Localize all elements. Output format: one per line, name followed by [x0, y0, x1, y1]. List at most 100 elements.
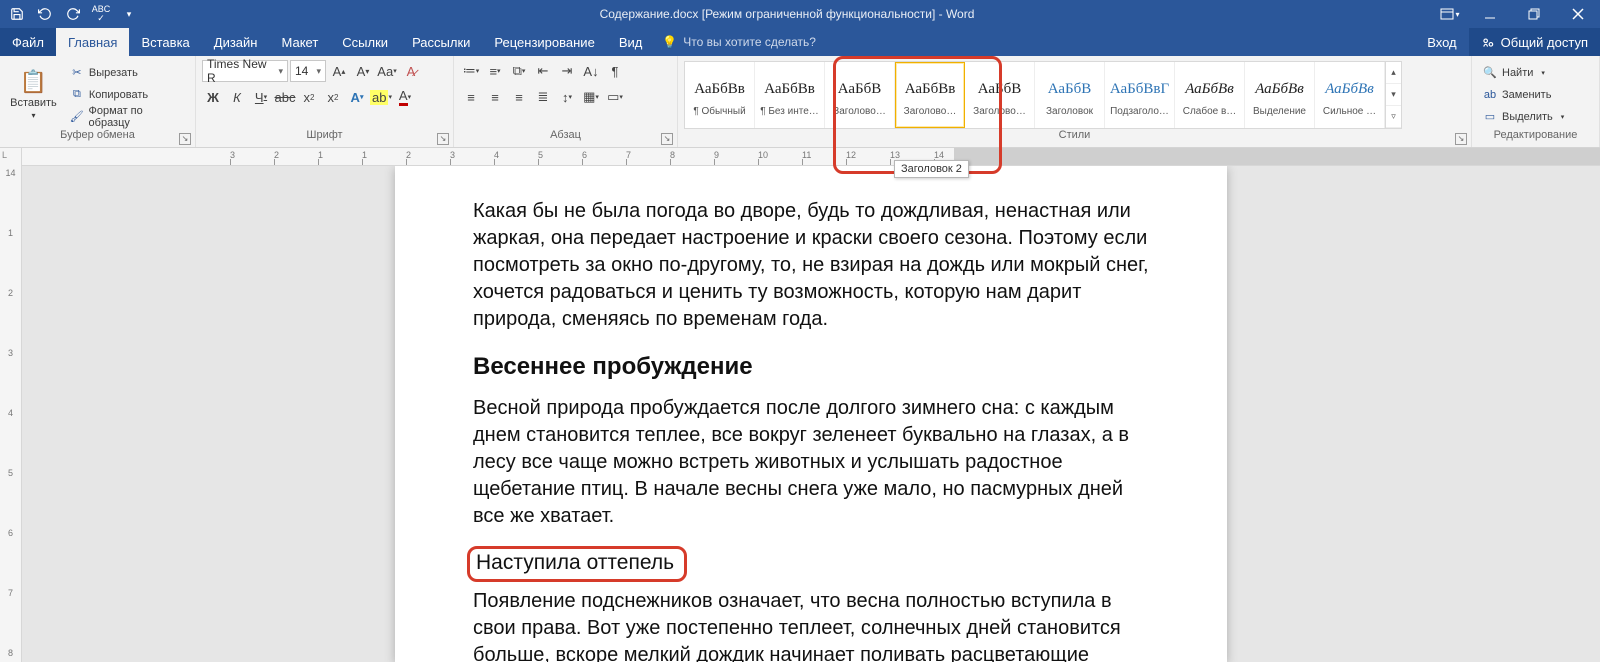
replace-icon: ab	[1482, 89, 1498, 101]
qat-more-icon[interactable]: ▾	[116, 2, 142, 26]
body-paragraph[interactable]: Весной природа пробуждается после долгог…	[473, 395, 1149, 530]
bold-button[interactable]: Ж	[202, 86, 224, 108]
select-button[interactable]: ▭Выделить▾	[1478, 107, 1568, 127]
grow-font-button[interactable]: A▴	[328, 60, 350, 82]
align-left-button[interactable]: ≡	[460, 86, 482, 108]
chevron-down-icon[interactable]: ▾	[1386, 84, 1401, 106]
style-item[interactable]: АаБбВв¶ Без инте…	[755, 62, 825, 128]
tab-review[interactable]: Рецензирование	[482, 28, 606, 56]
style-sample: АаБбВв	[1255, 72, 1304, 106]
tell-me-search[interactable]: 💡 Что вы хотите сделать?	[662, 28, 816, 56]
maximize-button[interactable]	[1512, 0, 1556, 28]
style-item[interactable]: АаБбВв¶ Обычный	[685, 62, 755, 128]
shrink-font-button[interactable]: A▾	[352, 60, 374, 82]
tab-file[interactable]: Файл	[0, 28, 56, 56]
vertical-ruler: L 1412345678	[0, 148, 22, 662]
underline-button[interactable]: Ч▾	[250, 86, 272, 108]
dialog-launcher-icon[interactable]: ↘	[1455, 133, 1467, 145]
italic-button[interactable]: К	[226, 86, 248, 108]
align-right-button[interactable]: ≡	[508, 86, 530, 108]
signin-link[interactable]: Вход	[1415, 28, 1468, 56]
styles-gallery[interactable]: АаБбВв¶ ОбычныйАаБбВв¶ Без инте…АаБбВЗаг…	[684, 61, 1402, 129]
style-sample: АаБбВ	[978, 72, 1022, 106]
tab-view[interactable]: Вид	[607, 28, 655, 56]
font-name-combo[interactable]: Times New R	[202, 60, 288, 82]
heading-2[interactable]: Наступила оттепель	[476, 551, 674, 575]
shading-button[interactable]: ▦▾	[580, 86, 602, 108]
group-clipboard: 📋 Вставить ▾ ✂Вырезать ⧉Копировать 🖌Форм…	[0, 56, 196, 147]
style-name: Заголовок	[1037, 106, 1102, 117]
clear-formatting-button[interactable]: A̷	[400, 60, 422, 82]
sort-button[interactable]: A↓	[580, 60, 602, 82]
search-icon: 🔍	[1482, 66, 1498, 79]
style-item[interactable]: АаБбВЗаголово…	[825, 62, 895, 128]
copy-button[interactable]: ⧉Копировать	[65, 85, 189, 105]
tab-insert[interactable]: Вставка	[129, 28, 201, 56]
undo-icon[interactable]	[32, 2, 58, 26]
style-item[interactable]: АаБбВЗаголовок	[1035, 62, 1105, 128]
tab-mailings[interactable]: Рассылки	[400, 28, 482, 56]
style-item[interactable]: АаБбВвГПодзаголо…	[1105, 62, 1175, 128]
save-icon[interactable]	[4, 2, 30, 26]
style-item[interactable]: АаБбВвЗаголово…	[895, 62, 965, 128]
tab-references[interactable]: Ссылки	[330, 28, 400, 56]
format-painter-button[interactable]: 🖌Формат по образцу	[65, 107, 189, 127]
strikethrough-button[interactable]: abc	[274, 86, 296, 108]
tab-home[interactable]: Главная	[56, 28, 129, 56]
cut-button[interactable]: ✂Вырезать	[65, 63, 189, 83]
more-icon[interactable]: ▿	[1386, 106, 1401, 128]
style-name: Подзаголо…	[1107, 106, 1172, 117]
dialog-launcher-icon[interactable]: ↘	[179, 133, 191, 145]
window-title: Содержание.docx [Режим ограниченной функ…	[142, 7, 1432, 21]
subscript-button[interactable]: x2	[298, 86, 320, 108]
share-button[interactable]: Общий доступ	[1469, 28, 1600, 56]
group-label: Шрифт↘	[196, 129, 453, 147]
font-color-button[interactable]: A▾	[394, 86, 416, 108]
tab-design[interactable]: Дизайн	[202, 28, 270, 56]
dialog-launcher-icon[interactable]: ↘	[661, 133, 673, 145]
bullets-button[interactable]: ≔▾	[460, 60, 482, 82]
highlight-button[interactable]: ab▾	[370, 86, 392, 108]
borders-button[interactable]: ▭▾	[604, 86, 626, 108]
style-name: Сильное …	[1317, 106, 1382, 117]
close-button[interactable]	[1556, 0, 1600, 28]
share-icon	[1481, 35, 1495, 49]
heading-1[interactable]: Весеннее пробуждение	[473, 353, 1149, 381]
style-item[interactable]: АаБбВЗаголово…	[965, 62, 1035, 128]
brush-icon: 🖌	[69, 110, 85, 123]
justify-button[interactable]: ≣	[532, 86, 554, 108]
group-label: Редактирование	[1472, 129, 1599, 147]
paste-button[interactable]: 📋 Вставить ▾	[6, 62, 61, 128]
increase-indent-button[interactable]: ⇥	[556, 60, 578, 82]
style-item[interactable]: АаБбВвСильное …	[1315, 62, 1385, 128]
change-case-button[interactable]: Aa▾	[376, 60, 398, 82]
replace-button[interactable]: abЗаменить	[1478, 85, 1568, 105]
chevron-up-icon[interactable]: ▴	[1386, 62, 1401, 84]
tab-layout[interactable]: Макет	[269, 28, 330, 56]
redo-icon[interactable]	[60, 2, 86, 26]
style-sample: АаБбВ	[1048, 72, 1092, 106]
ribbon-display-options-icon[interactable]: ▾	[1432, 0, 1468, 28]
style-name: ¶ Без инте…	[757, 106, 822, 117]
find-button[interactable]: 🔍Найти▾	[1478, 63, 1568, 83]
horizontal-ruler: 3211234567891011121314151617	[22, 148, 1600, 166]
superscript-button[interactable]: x2	[322, 86, 344, 108]
numbering-button[interactable]: ≡▾	[484, 60, 506, 82]
gallery-scroll[interactable]: ▴▾▿	[1385, 62, 1401, 128]
font-size-combo[interactable]: 14	[290, 60, 326, 82]
document-area[interactable]: Какая бы не была погода во дворе, будь т…	[22, 148, 1600, 662]
align-center-button[interactable]: ≡	[484, 86, 506, 108]
body-paragraph[interactable]: Какая бы не была погода во дворе, будь т…	[473, 198, 1149, 333]
minimize-button[interactable]	[1468, 0, 1512, 28]
show-marks-button[interactable]: ¶	[604, 60, 626, 82]
decrease-indent-button[interactable]: ⇤	[532, 60, 554, 82]
style-item[interactable]: АаБбВвВыделение	[1245, 62, 1315, 128]
line-spacing-button[interactable]: ↕▾	[556, 86, 578, 108]
text-effects-button[interactable]: A▾	[346, 86, 368, 108]
body-paragraph[interactable]: Появление подснежников означает, что вес…	[473, 588, 1149, 662]
style-name: Заголово…	[967, 106, 1032, 117]
spelling-icon[interactable]: ABC✓	[88, 2, 114, 26]
dialog-launcher-icon[interactable]: ↘	[437, 133, 449, 145]
multilevel-list-button[interactable]: ⧉▾	[508, 60, 530, 82]
style-item[interactable]: АаБбВвСлабое в…	[1175, 62, 1245, 128]
